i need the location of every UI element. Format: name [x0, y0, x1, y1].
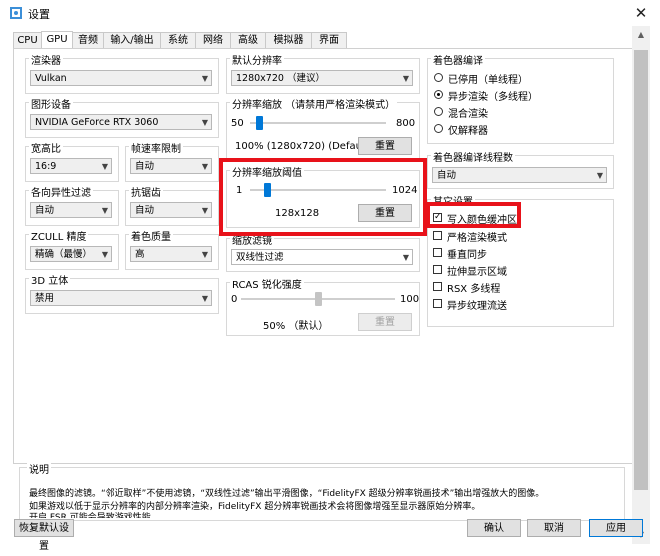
- highlight-box-threshold: [219, 158, 427, 236]
- tab-emulator[interactable]: 模拟器: [265, 32, 312, 48]
- async-texture-label[interactable]: 异步纹理流送: [447, 297, 507, 312]
- tab-cpu[interactable]: CPU: [13, 32, 42, 48]
- default-resolution-select[interactable]: 1280x720 （建议） ▼: [231, 70, 413, 86]
- rcas-min: 0: [231, 294, 238, 305]
- vsync-label[interactable]: 垂直同步: [447, 246, 487, 261]
- frame-limit-select[interactable]: 自动 ▼: [130, 158, 212, 174]
- shader-compile-option-3[interactable]: 仅解释器: [448, 122, 488, 137]
- close-icon[interactable]: ✕: [632, 4, 650, 22]
- ok-button[interactable]: 确认: [467, 519, 521, 537]
- shader-compile-radio-0[interactable]: [434, 73, 443, 82]
- shader-compile-option-2[interactable]: 混合渲染: [448, 105, 488, 120]
- rcas-max: 100: [400, 294, 420, 305]
- tab-io[interactable]: 输入/输出: [103, 32, 161, 48]
- restore-defaults-button[interactable]: 恢复默认设置: [14, 519, 74, 552]
- shader-compile-radio-1[interactable]: [434, 90, 443, 99]
- resolution-scale-max: 800: [396, 118, 416, 129]
- anisotropic-select[interactable]: 自动 ▼: [30, 202, 112, 218]
- graphics-device-label: 图形设备: [29, 96, 73, 111]
- description-line-1: 最终图像的滤镜。“邻近取样”不使用滤镜，“双线性过滤”输出平滑图像，“Fidel…: [29, 489, 545, 499]
- scroll-up-icon[interactable]: ▲: [632, 28, 650, 42]
- strict-render-label[interactable]: 严格渲染模式: [447, 229, 507, 244]
- aspect-ratio-select[interactable]: 16:9 ▼: [30, 158, 112, 174]
- shader-compile-option-1[interactable]: 异步渲染（多线程）: [448, 88, 538, 103]
- rcas-label: RCAS 锐化强度: [230, 276, 304, 291]
- anisotropic-label: 各向异性过滤: [29, 184, 93, 199]
- upscale-filter-select[interactable]: 双线性过滤 ▼: [231, 249, 413, 265]
- frame-limit-label: 帧速率限制: [129, 140, 183, 155]
- app-icon: [10, 7, 22, 19]
- description-label: 说明: [27, 461, 51, 476]
- tab-audio[interactable]: 音频: [72, 32, 104, 48]
- graphics-device-select[interactable]: NVIDIA GeForce RTX 3060 ▼: [30, 114, 212, 130]
- tab-network[interactable]: 网络: [195, 32, 231, 48]
- tab-system[interactable]: 系统: [160, 32, 196, 48]
- cancel-button[interactable]: 取消: [527, 519, 581, 537]
- rsx-multithread-label[interactable]: RSX 多线程: [447, 280, 500, 295]
- zcull-label: ZCULL 精度: [29, 228, 89, 243]
- description-line-3: 开启 FSR 可能会导致游戏性能。: [29, 513, 160, 518]
- tab-interface[interactable]: 界面: [311, 32, 347, 48]
- antialiasing-select[interactable]: 自动 ▼: [130, 202, 212, 218]
- shader-compile-option-0[interactable]: 已停用（单线程）: [448, 71, 528, 86]
- tab-advanced[interactable]: 高级: [230, 32, 266, 48]
- rcas-value: 50% （默认）: [263, 321, 329, 332]
- resolution-scale-min: 50: [231, 118, 244, 129]
- async-texture-checkbox[interactable]: [433, 299, 442, 308]
- rcas-slider[interactable]: [315, 292, 322, 306]
- stretch-display-label[interactable]: 拉伸显示区域: [447, 263, 507, 278]
- shader-threads-select[interactable]: 自动 ▼: [432, 167, 607, 183]
- strict-render-checkbox[interactable]: [433, 231, 442, 240]
- shader-compile-label: 着色器编译: [431, 52, 485, 67]
- apply-button[interactable]: 应用: [589, 519, 643, 537]
- vertical-scrollbar[interactable]: ▲ ▼: [632, 26, 650, 544]
- aspect-ratio-label: 宽高比: [29, 140, 63, 155]
- highlight-box-color-buffer: [426, 202, 521, 228]
- shader-quality-label: 着色质量: [129, 228, 173, 243]
- default-resolution-label: 默认分辨率: [230, 52, 284, 67]
- stereo3d-label: 3D 立体: [29, 272, 71, 287]
- resolution-scale-label: 分辨率缩放 （请禁用严格渲染模式）: [230, 96, 398, 111]
- shader-compile-radio-3[interactable]: [434, 124, 443, 133]
- resolution-scale-reset-button[interactable]: 重置: [358, 137, 412, 155]
- rsx-multithread-checkbox[interactable]: [433, 282, 442, 291]
- scrollbar-thumb[interactable]: [634, 50, 648, 490]
- title-bar: [0, 0, 660, 26]
- resolution-scale-track[interactable]: [250, 122, 386, 124]
- renderer-label: 渲染器: [29, 52, 63, 67]
- zcull-select[interactable]: 精确（最慢） ▼: [30, 246, 112, 262]
- tab-gpu[interactable]: GPU: [41, 31, 73, 49]
- shader-threads-label: 着色器编译线程数: [431, 149, 515, 164]
- vsync-checkbox[interactable]: [433, 248, 442, 257]
- antialiasing-label: 抗锯齿: [129, 184, 163, 199]
- resolution-scale-slider[interactable]: [256, 116, 263, 130]
- rcas-reset-button[interactable]: 重置: [358, 313, 412, 331]
- stereo3d-select[interactable]: 禁用 ▼: [30, 290, 212, 306]
- resolution-scale-value: 100% (1280x720) (Default): [235, 141, 373, 152]
- renderer-select[interactable]: Vulkan ▼: [30, 70, 212, 86]
- stretch-display-checkbox[interactable]: [433, 265, 442, 274]
- shader-quality-select[interactable]: 高 ▼: [130, 246, 212, 262]
- shader-compile-radio-2[interactable]: [434, 107, 443, 116]
- window-title: 设置: [28, 8, 50, 21]
